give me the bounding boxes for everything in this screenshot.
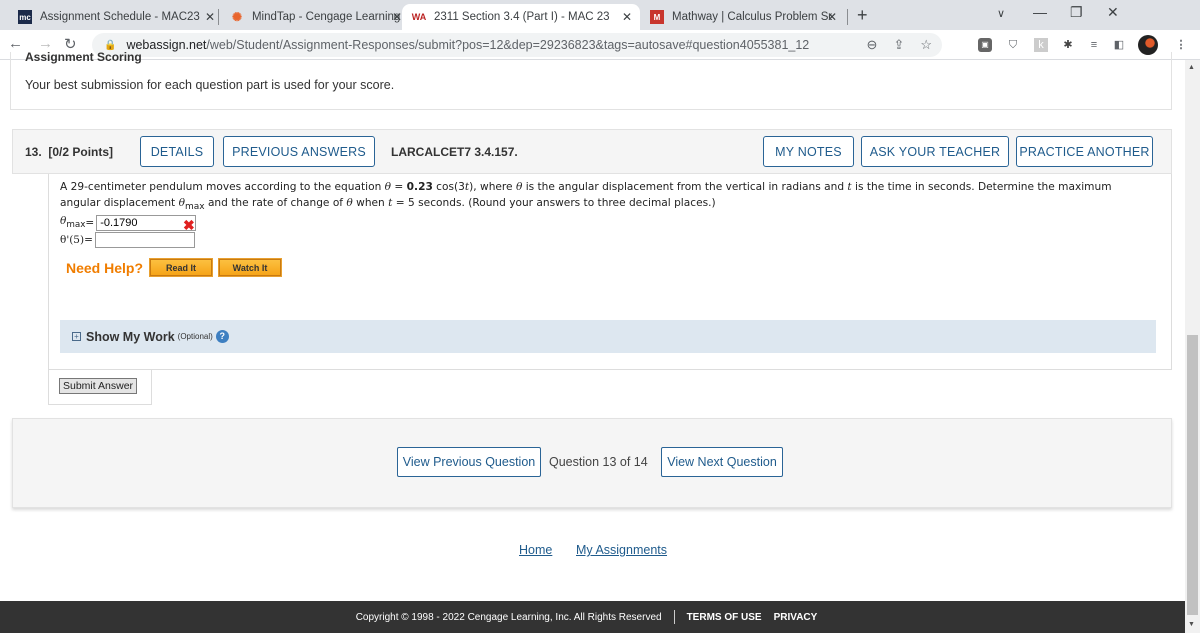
- answer-row-theta-max: θmax =: [60, 215, 197, 231]
- zoom-out-icon[interactable]: ⊖: [867, 37, 878, 53]
- share-icon[interactable]: ⇪: [893, 37, 904, 53]
- show-my-work-label[interactable]: Show My Work: [86, 330, 175, 344]
- close-tab-icon[interactable]: ✕: [205, 10, 215, 24]
- expand-plus-icon[interactable]: +: [72, 332, 81, 341]
- theta-max-input[interactable]: [96, 215, 197, 231]
- ask-your-teacher-button[interactable]: ASK YOUR TEACHER: [861, 136, 1009, 167]
- need-help-label: Need Help?: [66, 260, 144, 276]
- back-arrow-icon[interactable]: ←: [8, 35, 23, 52]
- my-notes-button[interactable]: MY NOTES: [763, 136, 854, 167]
- submit-answer-button[interactable]: Submit Answer: [59, 378, 138, 394]
- privacy-link[interactable]: PRIVACY: [774, 612, 818, 623]
- close-tab-icon[interactable]: ✕: [392, 10, 402, 24]
- puzzle-icon[interactable]: ✱: [1061, 38, 1075, 52]
- scoring-title: Assignment Scoring: [25, 50, 142, 64]
- url-path: /web/Student/Assignment-Responses/submit…: [206, 38, 810, 52]
- shield-icon[interactable]: ⛉: [1006, 38, 1020, 52]
- browser-tab-bar: mc Assignment Schedule - MAC2311 ✕ ✺ Min…: [0, 0, 1200, 30]
- assignment-scoring-box: Assignment Scoring Your best submission …: [10, 50, 1172, 110]
- tab-webassign[interactable]: WA 2311 Section 3.4 (Part I) - MAC 23 ✕: [402, 4, 640, 30]
- scroll-down-arrow-icon[interactable]: ▼: [1188, 621, 1195, 628]
- optional-label: (Optional): [177, 332, 213, 341]
- scroll-up-arrow-icon[interactable]: ▲: [1188, 64, 1195, 71]
- close-tab-icon[interactable]: ✕: [827, 10, 837, 24]
- footer: Copyright © 1998 - 2022 Cengage Learning…: [0, 601, 1185, 633]
- question-counter: Question 13 of 14: [549, 455, 648, 469]
- show-my-work-panel[interactable]: + Show My Work (Optional) ?: [60, 320, 1156, 353]
- close-tab-icon[interactable]: ✕: [622, 10, 632, 24]
- scrollbar-thumb[interactable]: [1187, 335, 1198, 615]
- restore-icon[interactable]: ❐: [1070, 4, 1083, 21]
- help-question-icon[interactable]: ?: [215, 330, 229, 343]
- previous-answers-button[interactable]: PREVIOUS ANSWERS: [223, 136, 375, 167]
- bookmark-star-icon[interactable]: ☆: [920, 37, 932, 53]
- side-panel-icon[interactable]: ◧: [1112, 38, 1126, 52]
- view-next-question-button[interactable]: View Next Question: [661, 447, 783, 477]
- mc-favicon-icon: mc: [18, 10, 32, 24]
- minimize-icon[interactable]: —: [1033, 4, 1047, 20]
- question-navigation: View Previous Question Question 13 of 14…: [12, 418, 1172, 508]
- view-previous-question-button[interactable]: View Previous Question: [397, 447, 541, 477]
- answer-label: θ'(5): [60, 234, 85, 246]
- answer-label: θmax: [60, 215, 86, 231]
- read-it-button[interactable]: Read It: [149, 258, 213, 277]
- question-number: 13. [0/2 Points]: [25, 145, 114, 159]
- home-link[interactable]: Home: [519, 543, 552, 557]
- tab-assignment-schedule[interactable]: mc Assignment Schedule - MAC2311 ✕: [8, 4, 223, 30]
- question-text: A 29-centimeter pendulum moves according…: [60, 181, 1112, 213]
- tab-separator: [847, 9, 848, 25]
- tab-title: Assignment Schedule - MAC2311: [40, 11, 200, 23]
- practice-another-button[interactable]: PRACTICE ANOTHER: [1016, 136, 1153, 167]
- mathway-favicon-icon: M: [650, 10, 664, 24]
- close-window-icon[interactable]: ✕: [1107, 4, 1119, 21]
- scoring-text: Your best submission for each question p…: [25, 78, 395, 92]
- question-code: LARCALCET7 3.4.157.: [391, 145, 518, 159]
- webassign-favicon-icon: WA: [411, 12, 427, 22]
- menu-icon[interactable]: ⋮: [1174, 38, 1188, 52]
- tab-title: MindTap - Cengage Learning: [251, 11, 400, 23]
- webassign-page: Assignment Scoring Your best submission …: [0, 50, 1185, 633]
- new-tab-plus-icon[interactable]: +: [857, 5, 868, 26]
- cengage-star-icon: ✺: [231, 10, 243, 24]
- tab-mathway[interactable]: M Mathway | Calculus Problem Solv ✕: [640, 4, 845, 30]
- tab-separator: [218, 9, 219, 25]
- answer-row-theta-prime: θ'(5) =: [60, 232, 195, 248]
- my-assignments-link[interactable]: My Assignments: [576, 543, 667, 557]
- tab-title: 2311 Section 3.4 (Part I) - MAC 23: [434, 11, 610, 23]
- theta-prime-input[interactable]: [94, 232, 195, 248]
- tab-title: Mathway | Calculus Problem Solv: [672, 11, 832, 23]
- reading-list-icon[interactable]: ≡: [1087, 38, 1101, 52]
- lock-icon: 🔒: [104, 39, 117, 51]
- footer-divider: [673, 610, 675, 624]
- page-scrollbar[interactable]: ▲ ▼: [1185, 60, 1200, 633]
- terms-of-use-link[interactable]: TERMS OF USE: [687, 612, 762, 623]
- copyright-text: Copyright © 1998 - 2022 Cengage Learning…: [355, 611, 662, 623]
- details-button[interactable]: DETAILS: [140, 136, 214, 167]
- tab-search-chevron-icon[interactable]: ∨: [997, 7, 1005, 20]
- question-header: 13. [0/2 Points] DETAILS PREVIOUS ANSWER…: [12, 129, 1172, 174]
- k-extension-icon[interactable]: k: [1034, 38, 1048, 52]
- extension-icon[interactable]: ▣: [978, 38, 992, 52]
- watch-it-button[interactable]: Watch It: [218, 258, 282, 277]
- tab-mindtap[interactable]: ✺ MindTap - Cengage Learning ✕: [220, 4, 410, 30]
